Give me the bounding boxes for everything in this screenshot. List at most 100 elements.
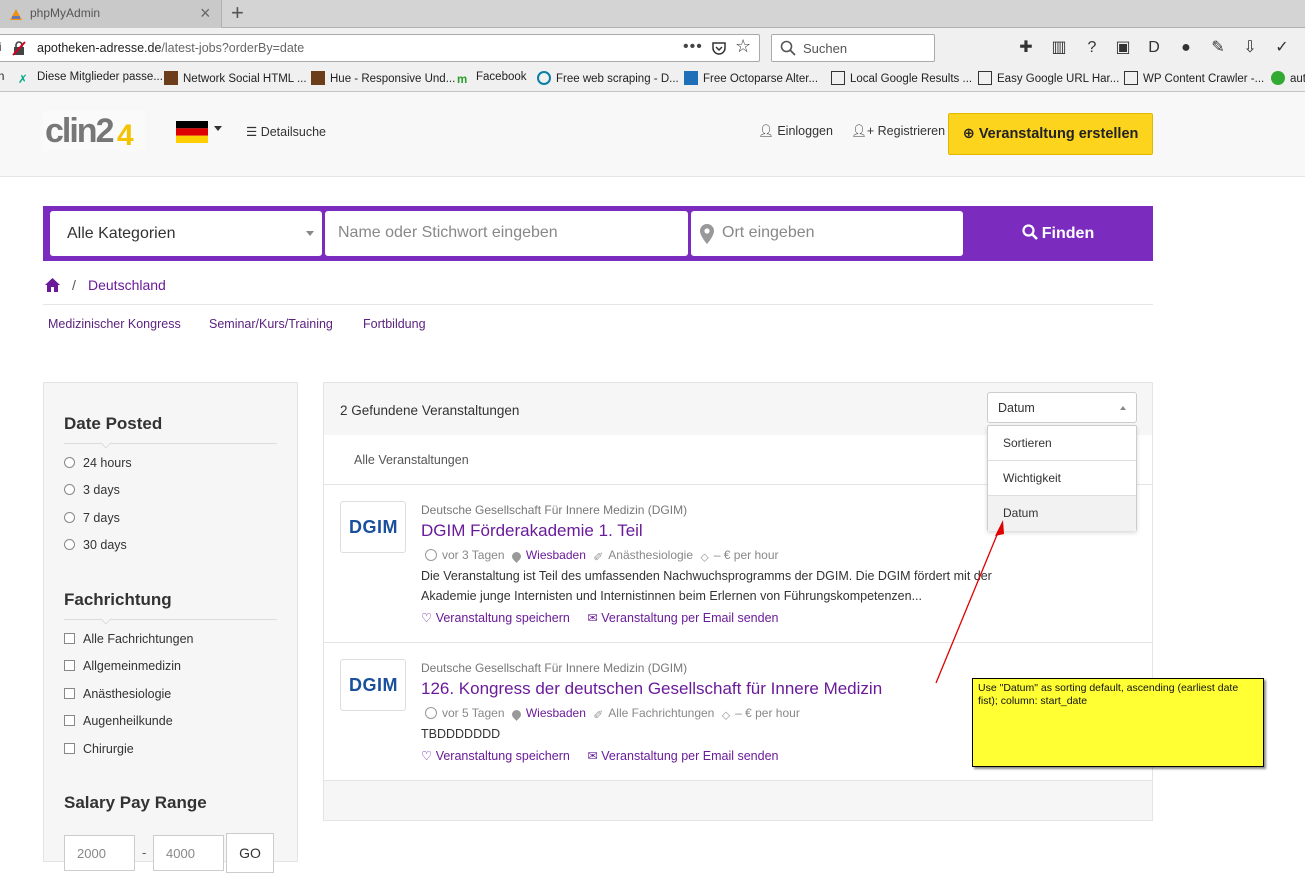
browser-tab-bar: phpMyAdmin × + <box>0 0 1305 28</box>
bookmark-item[interactable]: Network Social HTML ... <box>164 71 307 85</box>
breadcrumb-separator: / <box>72 277 76 293</box>
checkbox[interactable] <box>64 633 75 644</box>
event-title[interactable]: DGIM Förderakademie 1. Teil <box>421 521 643 541</box>
insecure-lock-icon[interactable] <box>12 40 26 56</box>
go-button[interactable]: GO <box>226 833 274 873</box>
browser-search-placeholder: Suchen <box>803 41 848 56</box>
bookmark-item[interactable]: aut <box>1271 71 1305 85</box>
date-option[interactable]: 24 hours <box>64 456 132 470</box>
date-option[interactable]: 30 days <box>64 538 127 552</box>
info-icon[interactable]: i <box>0 40 2 54</box>
date-option[interactable]: 3 days <box>64 483 120 497</box>
salary-min-input[interactable]: 2000 <box>64 835 135 871</box>
checkbox[interactable] <box>64 688 75 699</box>
save-event-link[interactable]: ♡ Veranstaltung speichern <box>421 611 570 625</box>
url-bar[interactable]: i apotheken-adresse.de/latest-jobs?order… <box>0 34 760 62</box>
category-select[interactable]: Alle Kategorien <box>50 211 322 256</box>
tab-all-events[interactable]: Alle Veranstaltungen <box>354 453 469 467</box>
xing-icon: ✗ <box>18 74 28 86</box>
chevron-down-icon[interactable] <box>214 126 222 131</box>
pocket-icon[interactable] <box>711 40 727 56</box>
map-pin-icon <box>700 224 714 244</box>
site-header: clin2 4 ☰ Detailsuche 👤︎ Einloggen 👤︎+ R… <box>0 92 1305 177</box>
create-event-button[interactable]: ⊕ Veranstaltung erstellen <box>948 113 1153 155</box>
addon-circles-icon[interactable]: ● <box>1176 38 1196 58</box>
sort-option[interactable]: Wichtigkeit <box>988 461 1136 496</box>
addon-download-icon[interactable]: ⇩ <box>1240 38 1260 58</box>
save-event-link[interactable]: ♡ Veranstaltung speichern <box>421 749 570 763</box>
user-icon: 👤︎ <box>758 124 778 138</box>
bookmark-item[interactable]: Hue - Responsive Und... <box>311 71 455 85</box>
globe-icon <box>537 71 551 85</box>
find-button[interactable]: Finden <box>963 206 1153 261</box>
envelope-icon: ✉ <box>587 611 598 625</box>
login-link[interactable]: 👤︎ Einloggen <box>758 124 833 139</box>
sort-select[interactable]: Datum <box>987 392 1137 423</box>
close-tab-icon[interactable]: × <box>200 3 211 23</box>
checkbox[interactable] <box>64 743 75 754</box>
addon-check-icon[interactable]: ✓ <box>1272 38 1292 58</box>
specialty-option[interactable]: Allgemeinmedizin <box>64 659 181 673</box>
category-link[interactable]: Seminar/Kurs/Training <box>209 317 333 331</box>
bookmark-item[interactable]: n <box>0 71 4 83</box>
bookmark-item[interactable]: ✗ Diese Mitglieder passe... <box>18 71 163 86</box>
specialty-option[interactable]: Augenheilkunde <box>64 714 173 728</box>
event-location[interactable]: Wiesbaden <box>526 706 586 720</box>
category-link[interactable]: Medizinischer Kongress <box>48 317 181 331</box>
salary-max-input[interactable]: 4000 <box>153 835 224 871</box>
sort-option[interactable]: Sortieren <box>988 426 1136 461</box>
register-link[interactable]: 👤︎+ Registrieren <box>851 124 945 139</box>
page-actions-icon[interactable]: ••• <box>683 38 703 56</box>
radio-button[interactable] <box>64 484 75 495</box>
specialty-option[interactable]: Chirurgie <box>64 742 134 756</box>
specialty-option[interactable]: Alle Fachrichtungen <box>64 632 193 646</box>
browser-tab[interactable]: phpMyAdmin × <box>0 0 222 28</box>
date-option[interactable]: 7 days <box>64 511 120 525</box>
addon-d-icon[interactable]: D <box>1144 38 1164 58</box>
bookmark-item[interactable]: Free Octoparse Alter... <box>684 71 818 85</box>
home-icon[interactable] <box>45 278 60 292</box>
location-input[interactable]: Ort eingeben <box>691 211 963 256</box>
email-event-link[interactable]: ✉ Veranstaltung per Email senden <box>587 611 778 625</box>
radio-button[interactable] <box>64 512 75 523</box>
org-logo[interactable]: DGIM <box>340 659 406 711</box>
cursor-icon <box>831 71 845 85</box>
checkbox[interactable] <box>64 715 75 726</box>
extensions-icon[interactable]: ✚ <box>1016 38 1036 58</box>
help-badge-icon[interactable]: ? <box>1082 38 1102 58</box>
sort-option-selected[interactable]: Datum <box>988 496 1136 531</box>
phpmyadmin-icon <box>10 9 22 20</box>
org-logo[interactable]: DGIM <box>340 501 406 553</box>
bookmark-item[interactable]: WP Content Crawler -... <box>1124 71 1264 85</box>
location-placeholder: Ort eingeben <box>722 224 815 241</box>
heart-icon: ♡ <box>421 749 433 763</box>
germany-flag-icon[interactable] <box>176 121 208 143</box>
sidebar-icon[interactable]: ▣ <box>1113 38 1133 58</box>
new-tab-icon[interactable]: + <box>231 0 244 26</box>
category-link[interactable]: Fortbildung <box>363 317 426 331</box>
keyword-input[interactable]: Name oder Stichwort eingeben <box>325 211 688 256</box>
list-icon: ☰ <box>246 125 261 139</box>
specialty-option[interactable]: Anästhesiologie <box>64 687 171 701</box>
clock-icon <box>425 549 437 561</box>
bookmark-item[interactable]: Easy Google URL Har... <box>978 71 1119 85</box>
bookmark-star-icon[interactable]: ☆ <box>735 36 751 57</box>
bookmark-item[interactable]: Local Google Results ... <box>831 71 972 85</box>
bookmark-item[interactable]: m Facebook <box>457 71 527 88</box>
browser-search-box[interactable]: Suchen <box>771 34 935 62</box>
radio-button[interactable] <box>64 539 75 550</box>
addon-pen-icon[interactable]: ✎ <box>1208 38 1228 58</box>
checkbox[interactable] <box>64 660 75 671</box>
bookmark-item[interactable]: Free web scraping - D... <box>537 71 679 85</box>
radio-button[interactable] <box>64 457 75 468</box>
event-title[interactable]: 126. Kongress der deutschen Gesellschaft… <box>421 679 882 699</box>
clin24-logo[interactable]: clin2 4 <box>43 111 145 151</box>
map-pin-icon <box>509 550 523 563</box>
hs-icon <box>1271 71 1285 85</box>
event-location[interactable]: Wiesbaden <box>526 548 586 562</box>
bookmark-thumb-icon <box>164 71 178 85</box>
breadcrumb-country[interactable]: Deutschland <box>88 277 166 293</box>
email-event-link[interactable]: ✉ Veranstaltung per Email senden <box>587 749 778 763</box>
library-icon[interactable]: ▥ <box>1049 38 1069 58</box>
detail-search-link[interactable]: ☰ Detailsuche <box>246 124 326 139</box>
